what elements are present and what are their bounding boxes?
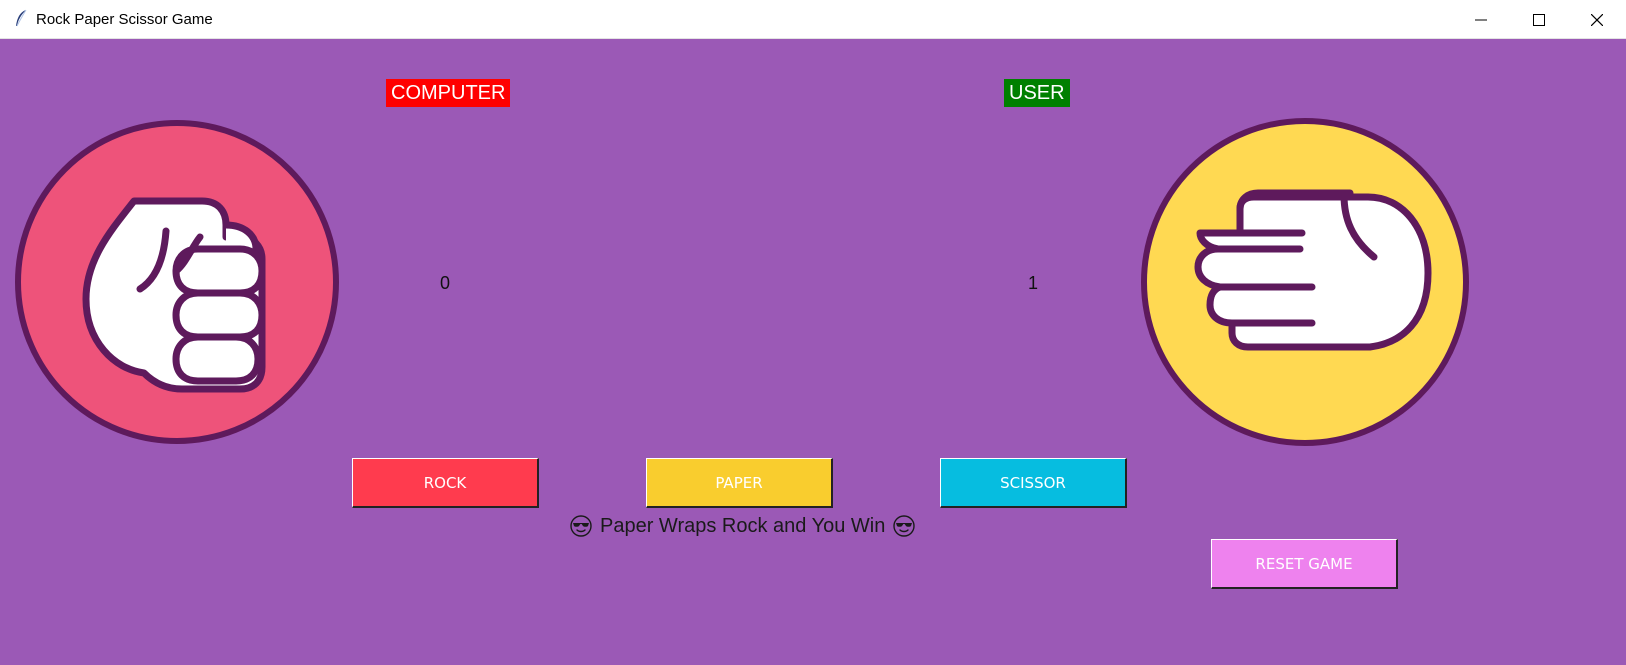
computer-label: COMPUTER bbox=[386, 79, 511, 107]
window-title: Rock Paper Scissor Game bbox=[36, 11, 213, 28]
title-bar: Rock Paper Scissor Game bbox=[0, 0, 1626, 39]
paper-button[interactable]: PAPER bbox=[646, 458, 833, 508]
result-text: Paper Wraps Rock and You Win bbox=[600, 514, 886, 537]
feather-icon bbox=[16, 9, 27, 27]
minimize-button[interactable] bbox=[1452, 0, 1510, 39]
computer-rock-hand-icon bbox=[15, 120, 339, 444]
user-paper-hand-icon bbox=[1141, 118, 1469, 446]
close-button[interactable] bbox=[1568, 0, 1626, 39]
reset-game-button[interactable]: RESET GAME bbox=[1211, 539, 1398, 589]
minimize-icon bbox=[1475, 19, 1487, 20]
scissor-button[interactable]: SCISSOR bbox=[940, 458, 1127, 508]
sunglasses-emoji-icon bbox=[570, 515, 592, 537]
maximize-button[interactable] bbox=[1510, 0, 1568, 39]
user-score: 1 bbox=[1028, 273, 1039, 293]
result-message: Paper Wraps Rock and You Win bbox=[570, 511, 916, 541]
sunglasses-emoji-icon bbox=[893, 515, 916, 537]
rock-button[interactable]: ROCK bbox=[352, 458, 539, 508]
close-icon bbox=[1591, 13, 1603, 26]
maximize-icon bbox=[1533, 13, 1545, 26]
computer-score: 0 bbox=[440, 273, 451, 293]
game-area: COMPUTER USER 0 1 ROCK PAPER SCISSOR Pap… bbox=[0, 39, 1626, 665]
user-label: USER bbox=[1004, 79, 1070, 107]
